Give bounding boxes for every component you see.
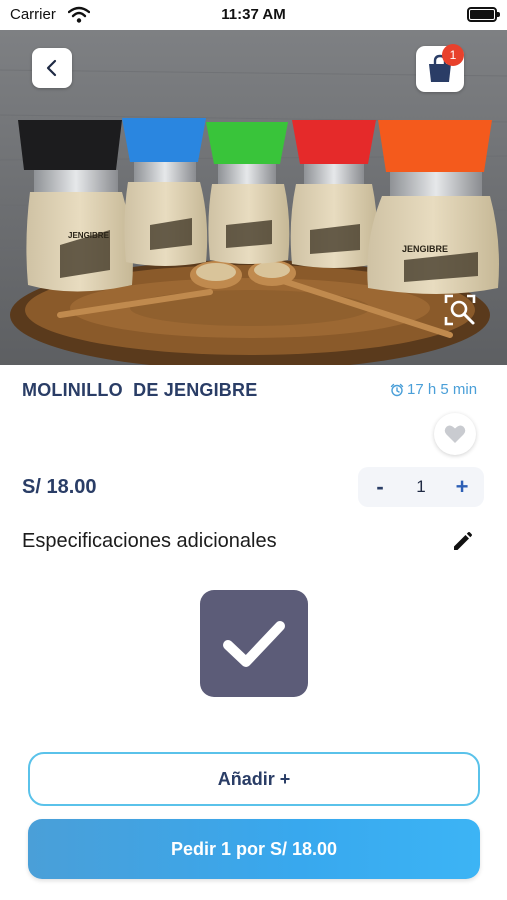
cart-count-badge: 1 [442,44,464,66]
add-to-cart-button[interactable]: Añadir + [28,752,480,806]
product-price: S/ 18.00 [22,476,97,498]
battery-icon [467,7,500,22]
additional-specs-label: Especificaciones adicionales [22,530,277,552]
pencil-icon [454,531,473,550]
edit-specs-button[interactable] [448,528,476,556]
delivery-timer: 17 h 5 min [390,381,477,398]
decrease-quantity-button[interactable]: - [368,475,392,499]
timer-text: 17 h 5 min [407,381,478,398]
jar-label-left: JENGIBRE [68,231,110,240]
checkmark-icon [223,620,285,667]
chevron-left-icon [46,59,57,77]
zoom-button[interactable] [440,290,480,330]
increase-quantity-button[interactable]: + [450,475,474,499]
order-button[interactable]: Pedir 1 por S/ 18.00 [28,819,480,879]
status-bar: Carrier 11:37 AM [0,0,507,30]
confirm-checkbox[interactable] [200,590,308,697]
zoom-search-icon [444,294,476,326]
back-button[interactable] [32,48,72,88]
product-title: MOLINILLO DE JENGIBRE [22,380,258,400]
clock: 11:37 AM [221,6,286,23]
quantity-stepper: - 1 + [358,467,484,507]
heart-icon [444,425,466,443]
favorite-button[interactable] [434,413,476,455]
jar-label-right: JENGIBRE [402,244,448,254]
alarm-clock-icon [390,383,404,396]
quantity-value: 1 [416,477,426,496]
